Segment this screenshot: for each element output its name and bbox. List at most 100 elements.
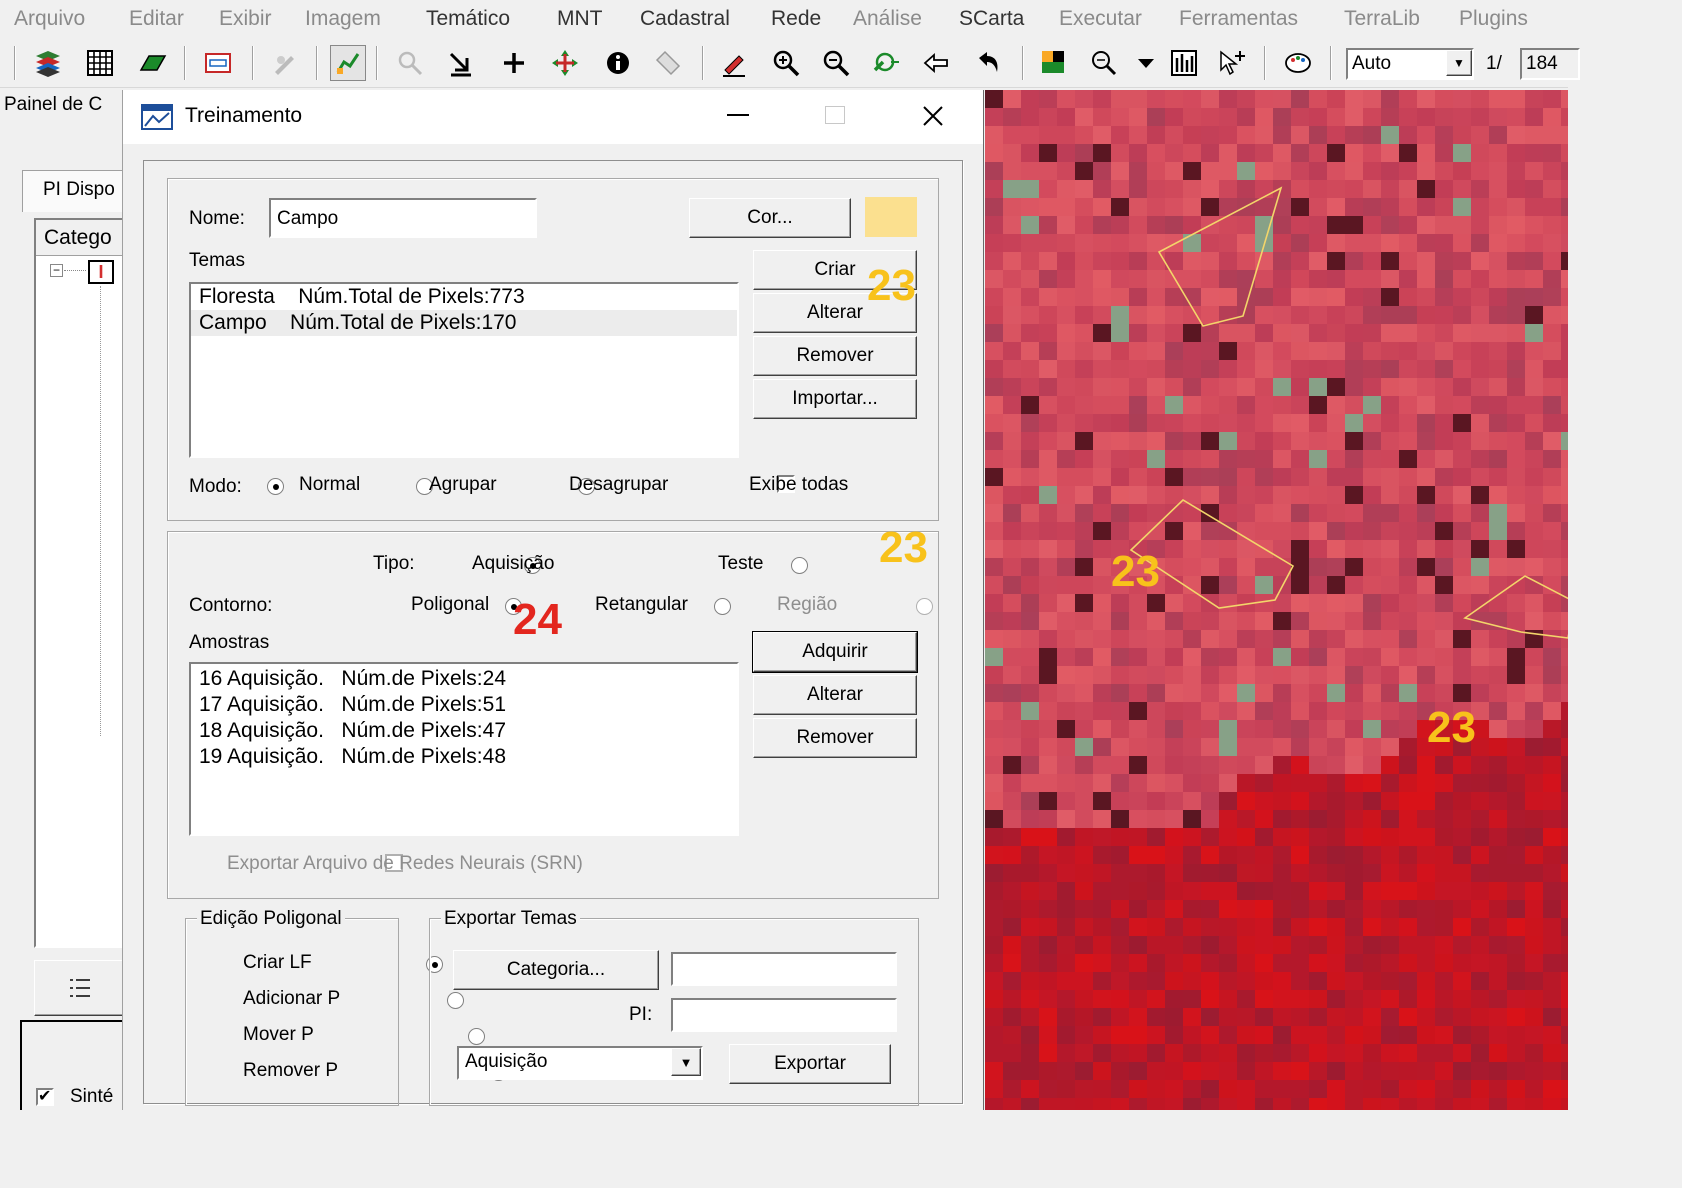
menu-ferramentas[interactable]: Ferramentas bbox=[1179, 7, 1298, 31]
amostras-list[interactable]: 16 Aquisição. Núm.de Pixels:24 17 Aquisi… bbox=[189, 662, 739, 836]
amostra-item[interactable]: 19 Aquisição. Núm.de Pixels:48 bbox=[191, 744, 737, 770]
categoria-button[interactable]: Categoria... bbox=[453, 950, 659, 990]
list-view-button[interactable] bbox=[34, 960, 126, 1016]
tree-header[interactable]: Catego bbox=[36, 220, 136, 256]
temas-list[interactable]: Floresta Núm.Total de Pixels:773 Campo N… bbox=[189, 282, 739, 458]
zoom-in-icon[interactable] bbox=[768, 45, 804, 81]
sample-polygon[interactable] bbox=[1157, 186, 1283, 327]
contorno-retangular-label: Retangular bbox=[595, 594, 688, 615]
back-arrow-icon[interactable] bbox=[918, 45, 954, 81]
scale-value-field[interactable]: 184 bbox=[1520, 48, 1580, 80]
temas-label: Temas bbox=[189, 250, 245, 271]
tipo-aquisicao-label: Aquisição bbox=[472, 553, 555, 574]
minimize-icon[interactable] bbox=[727, 114, 749, 116]
cursor-plus-icon[interactable] bbox=[1214, 45, 1250, 81]
window-icon[interactable] bbox=[200, 45, 236, 81]
tipo-export-value: Aquisição bbox=[465, 1051, 548, 1072]
left-panel: Painel de C PI Dispo Catego − I Sinté bbox=[0, 88, 136, 1110]
search-disabled-icon[interactable] bbox=[392, 45, 428, 81]
pan-icon[interactable] bbox=[547, 45, 583, 81]
temas-item-floresta[interactable]: Floresta Núm.Total de Pixels:773 bbox=[191, 284, 737, 310]
menu-scarta[interactable]: SCarta bbox=[959, 7, 1024, 31]
grid-icon[interactable] bbox=[82, 45, 118, 81]
palette-icon[interactable] bbox=[1280, 45, 1316, 81]
nome-input[interactable]: Campo bbox=[269, 198, 537, 238]
remover-amostra-button[interactable]: Remover bbox=[753, 718, 917, 758]
menu-cadastral[interactable]: Cadastral bbox=[640, 7, 730, 31]
menu-rede[interactable]: Rede bbox=[771, 7, 821, 31]
criar-button-label: Criar bbox=[814, 259, 856, 280]
exportar-button-label: Exportar bbox=[774, 1053, 846, 1074]
edit-disabled-icon[interactable] bbox=[266, 45, 302, 81]
amostra-item[interactable]: 16 Aquisição. Núm.de Pixels:24 bbox=[191, 666, 737, 692]
menu-arquivo[interactable]: Arquivo bbox=[14, 7, 85, 31]
tag-disabled-icon[interactable] bbox=[650, 45, 686, 81]
temas-item-campo[interactable]: Campo Núm.Total de Pixels:170 bbox=[191, 310, 737, 336]
exportar-srn-label: Exportar Arquivo de Redes Neurais (SRN) bbox=[227, 853, 583, 874]
pencil-icon[interactable] bbox=[716, 45, 752, 81]
scale-mode-dropdown-icon[interactable]: ▼ bbox=[1446, 50, 1472, 76]
sintese-checkbox[interactable] bbox=[36, 1086, 54, 1106]
importar-button[interactable]: Importar... bbox=[753, 379, 917, 419]
menu-editar[interactable]: Editar bbox=[129, 7, 184, 31]
tipo-export-dropdown-icon[interactable]: ▼ bbox=[671, 1048, 701, 1076]
menu-tematico[interactable]: Temático bbox=[426, 7, 510, 31]
sample-polygon[interactable] bbox=[1463, 575, 1568, 639]
alterar-tema-label: Alterar bbox=[807, 302, 863, 323]
annotation-map-polygon: 23 bbox=[1111, 547, 1160, 596]
modo-normal-radio[interactable] bbox=[267, 478, 284, 495]
plus-icon[interactable] bbox=[496, 45, 532, 81]
menu-analise[interactable]: Análise bbox=[853, 7, 922, 31]
contorno-label: Contorno: bbox=[189, 595, 273, 616]
menu-terralib[interactable]: TerraLib bbox=[1344, 7, 1420, 31]
menu-executar[interactable]: Executar bbox=[1059, 7, 1142, 31]
menu-mnt[interactable]: MNT bbox=[557, 7, 603, 31]
tab-pi-dispo[interactable]: PI Dispo bbox=[22, 170, 132, 212]
scale-prefix: 1/ bbox=[1486, 53, 1502, 74]
histogram-icon[interactable] bbox=[1166, 45, 1202, 81]
layers-icon[interactable] bbox=[30, 45, 66, 81]
zoom-down-icon[interactable] bbox=[442, 45, 478, 81]
modo-agrupar-label: Agrupar bbox=[429, 474, 497, 495]
exportar-button[interactable]: Exportar bbox=[729, 1044, 891, 1084]
categoria-input[interactable] bbox=[671, 952, 897, 986]
tree-collapse-icon[interactable]: − bbox=[50, 264, 63, 277]
zoom-out-icon[interactable] bbox=[818, 45, 854, 81]
exportar-temas-title: Exportar Temas bbox=[441, 908, 580, 930]
close-icon[interactable] bbox=[921, 104, 945, 128]
polygon-fill-icon[interactable] bbox=[134, 45, 170, 81]
scale-mode-value: Auto bbox=[1352, 53, 1392, 74]
info-icon[interactable] bbox=[600, 45, 636, 81]
pi-label: PI: bbox=[629, 1004, 653, 1025]
maximize-icon[interactable] bbox=[825, 106, 845, 124]
zoom-scale-icon[interactable] bbox=[1086, 45, 1122, 81]
scale-mode-select[interactable]: Auto ▼ bbox=[1346, 48, 1474, 80]
category-tree[interactable]: Catego − I bbox=[34, 218, 136, 948]
zoom-area-icon[interactable] bbox=[868, 45, 904, 81]
remover-tema-button[interactable]: Remover bbox=[753, 336, 917, 376]
menu-imagem[interactable]: Imagem bbox=[305, 7, 381, 31]
image-map-canvas[interactable]: 23 23 bbox=[985, 90, 1568, 1110]
cor-button-label: Cor... bbox=[747, 207, 793, 228]
undo-icon[interactable] bbox=[970, 45, 1006, 81]
menu-exibir[interactable]: Exibir bbox=[219, 7, 272, 31]
cor-button[interactable]: Cor... bbox=[689, 198, 851, 238]
criar-lf-label: Criar LF bbox=[243, 952, 312, 973]
menu-plugins[interactable]: Plugins bbox=[1459, 7, 1528, 31]
adquirir-button[interactable]: Adquirir bbox=[752, 631, 918, 673]
pi-input[interactable] bbox=[671, 998, 897, 1032]
left-panel-title: Painel de C bbox=[4, 94, 103, 115]
remover-tema-label: Remover bbox=[796, 345, 874, 366]
amostras-label: Amostras bbox=[189, 632, 270, 653]
dialog-titlebar[interactable]: Treinamento bbox=[123, 90, 983, 144]
raster-tool-icon[interactable] bbox=[1036, 45, 1072, 81]
annotation-criar: 23 bbox=[867, 261, 916, 310]
alterar-amostra-button[interactable]: Alterar bbox=[753, 675, 917, 715]
amostra-item[interactable]: 17 Aquisição. Núm.de Pixels:51 bbox=[191, 692, 737, 718]
exibe-todas-label: Exibe todas bbox=[749, 474, 849, 495]
chart-toggle-icon[interactable] bbox=[330, 45, 366, 81]
tipo-export-select[interactable]: Aquisição ▼ bbox=[457, 1046, 703, 1080]
sintese-label: Sinté bbox=[70, 1086, 114, 1107]
amostra-item[interactable]: 18 Aquisição. Núm.de Pixels:47 bbox=[191, 718, 737, 744]
dropdown-arrow-icon[interactable] bbox=[1128, 45, 1164, 81]
